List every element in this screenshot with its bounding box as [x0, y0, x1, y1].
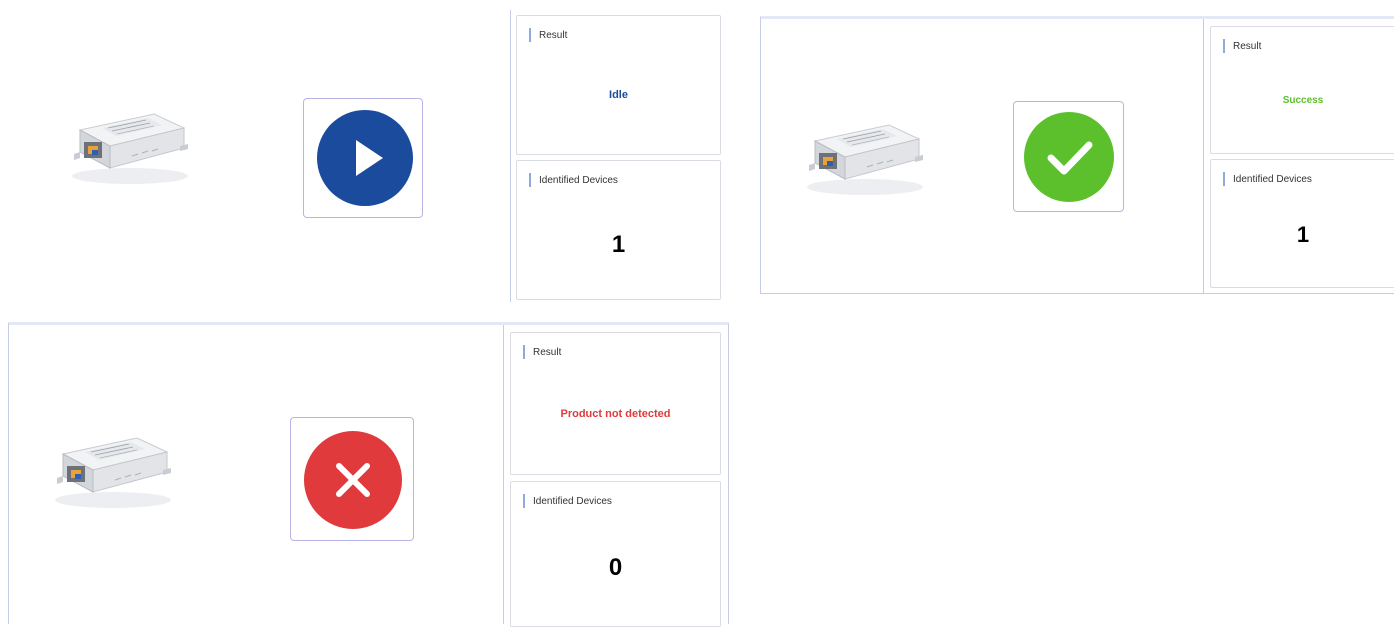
identified-devices-card: Identified Devices 0: [510, 481, 721, 627]
identified-devices-card: Identified Devices 1: [1210, 159, 1394, 288]
device-image: [45, 432, 175, 512]
device-image: [62, 108, 192, 188]
identified-devices-count: 1: [1296, 222, 1310, 247]
error-button[interactable]: [290, 417, 414, 541]
panel-divider: [510, 10, 511, 302]
success-panel: Result Success Identified Devices 1: [760, 16, 1394, 294]
panel-divider: [503, 325, 504, 624]
result-label: Result: [1233, 40, 1262, 52]
card-accent-bar: [523, 345, 525, 359]
card-accent-bar: [523, 494, 525, 508]
start-button[interactable]: [303, 98, 423, 218]
error-panel: Result Product not detected Identified D…: [8, 322, 729, 627]
card-accent-bar: [529, 173, 531, 187]
result-value: Success: [1282, 95, 1324, 106]
result-card: Result Product not detected: [510, 332, 721, 475]
play-icon: [356, 140, 383, 176]
identified-devices-count: 0: [608, 554, 623, 581]
result-value: Idle: [609, 89, 628, 101]
result-value: Product not detected: [560, 408, 671, 420]
result-label: Result: [533, 346, 562, 358]
x-icon: [336, 463, 370, 497]
identified-devices-label: Identified Devices: [533, 495, 612, 507]
identified-devices-label: Identified Devices: [1233, 173, 1312, 185]
result-card: Result Idle: [516, 15, 721, 155]
result-label: Result: [539, 29, 568, 41]
panel-divider: [1203, 19, 1204, 293]
result-card: Result Success: [1210, 26, 1394, 154]
card-accent-bar: [1223, 172, 1225, 186]
success-button[interactable]: [1013, 101, 1124, 212]
card-accent-bar: [1223, 39, 1225, 53]
device-image: [797, 119, 927, 199]
checkmark-icon: [1047, 141, 1093, 175]
idle-panel: Result Idle Identified Devices 1: [0, 0, 730, 305]
identified-devices-label: Identified Devices: [539, 174, 618, 186]
identified-devices-card: Identified Devices 1: [516, 160, 721, 300]
identified-devices-count: 1: [611, 231, 626, 258]
card-accent-bar: [529, 28, 531, 42]
